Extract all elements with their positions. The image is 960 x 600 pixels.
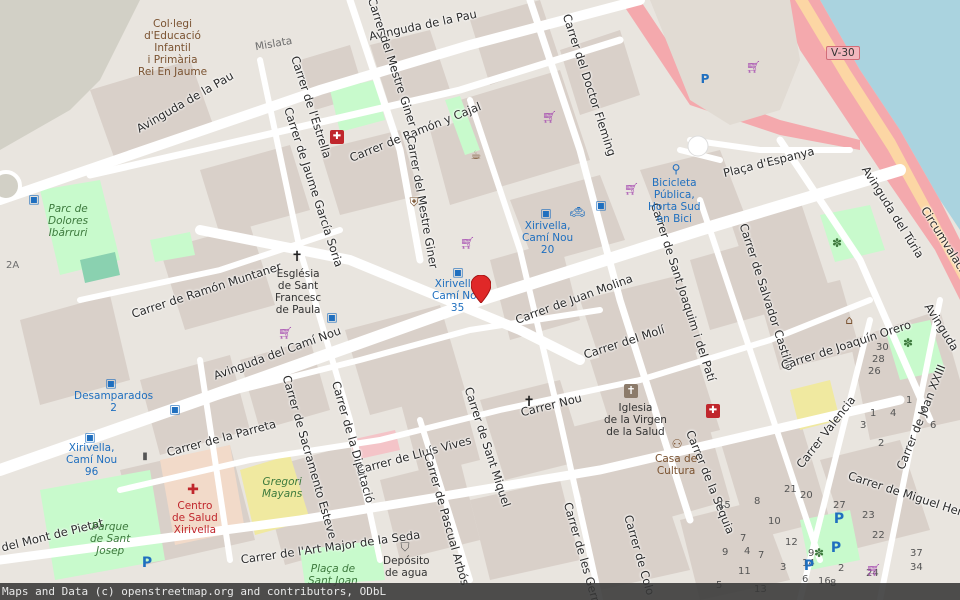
bicycle-icon: ⚲ xyxy=(671,162,681,176)
church-virgen-label: Iglesia de la Virgen de la Salud xyxy=(604,402,667,438)
bus-stop-label: Xirivella, Camí Nou 96 xyxy=(66,442,118,478)
location-marker-icon[interactable] xyxy=(471,275,491,303)
house-number: 15 xyxy=(718,500,731,511)
community-icon: ⚇ xyxy=(671,437,683,451)
church-francesc-label: Església de Sant Francesc de Paula xyxy=(275,268,322,316)
bus-stop-icon: ▣ xyxy=(84,430,96,444)
parking-icon: P xyxy=(700,72,710,86)
house-number: 26 xyxy=(868,366,881,377)
shop-icon: 🛒︎ xyxy=(746,60,762,74)
bus-stop-icon: ▣ xyxy=(169,402,181,416)
house-number: 5 xyxy=(920,405,927,416)
pharmacy-icon: ✚ xyxy=(330,130,344,144)
bus-stop-icon: ▣ xyxy=(452,265,464,279)
house-number: 11 xyxy=(738,566,751,577)
house-number: 2 xyxy=(838,563,845,574)
bus-stop-icon: ▣ xyxy=(540,206,552,220)
bus-stop-icon: ▣ xyxy=(326,310,338,324)
house-number: 2A xyxy=(6,260,20,271)
water-tower-label: Depósito de agua xyxy=(383,555,430,579)
school-gregori-label: Gregori Mayans xyxy=(262,476,303,500)
bakery-icon: ☕︎ xyxy=(470,148,482,162)
house-number: 10 xyxy=(768,516,781,527)
parking-icon: P xyxy=(830,540,842,556)
map-viewport[interactable]: Avinguda de la Pau Avinguda de la Pau Ca… xyxy=(0,0,960,600)
house-number: 37 xyxy=(910,548,923,559)
house-number: 20 xyxy=(800,490,813,501)
school-label: Col·legi d'Educació Infantil i Primària … xyxy=(138,18,208,78)
house-number: 7 xyxy=(740,533,747,544)
highway-shield: V-30 xyxy=(826,46,860,60)
shop-icon: 🛒︎ xyxy=(542,110,558,124)
police-icon: ⛨ xyxy=(409,195,419,209)
playground-icon: ✽ xyxy=(813,546,825,560)
house-number: 4 xyxy=(744,546,751,557)
house-number: 3 xyxy=(780,562,787,573)
park-dolores-label: Parc de Dolores Ibárruri xyxy=(48,203,89,239)
casa-cultura-label: Casa de Cultura xyxy=(655,453,698,477)
shop-icon: 🛒︎ xyxy=(278,326,294,340)
shop-icon: 🛒︎ xyxy=(624,182,640,196)
playground-icon: ✽ xyxy=(831,236,843,250)
house-number: 8 xyxy=(754,496,761,507)
traffic-light-icon: ▮ xyxy=(142,451,148,462)
park-san-josep-label: Parque de Sant Josep xyxy=(90,521,131,557)
house-number: 2 xyxy=(878,438,885,449)
parking-icon: P xyxy=(141,555,153,571)
house-number: 28 xyxy=(872,354,885,365)
taxi-icon: 🚕︎ xyxy=(570,205,586,219)
townhall-icon: ⌂ xyxy=(845,313,853,327)
bus-stop-icon: ▣ xyxy=(105,376,117,390)
bus-stop-icon: ▣ xyxy=(28,192,40,206)
bus-stop-label: Xirivella, Camí Nou 20 xyxy=(522,220,574,256)
playground-icon: ✽ xyxy=(902,336,914,350)
house-number: 21 xyxy=(784,484,797,495)
church-icon: ✝ xyxy=(624,384,638,398)
bus-stop-icon: ▣ xyxy=(595,198,607,212)
shop-icon: 🛒︎ xyxy=(460,236,476,250)
house-number: 12 xyxy=(785,537,798,548)
parking-icon: P xyxy=(833,511,845,527)
house-number: 9 xyxy=(722,547,729,558)
house-number: 3 xyxy=(860,420,867,431)
pharmacy-icon: ✚ xyxy=(706,404,720,418)
house-number: 23 xyxy=(862,510,875,521)
shop-icon: 🛒︎ xyxy=(866,563,882,577)
house-number: 7 xyxy=(758,550,765,561)
bicycle-station-label: Bicicleta Pública, Horta Sud en Bici xyxy=(648,177,701,225)
house-number: 1 xyxy=(870,408,877,419)
map-attribution[interactable]: Maps and Data (c) openstreetmap.org and … xyxy=(0,583,960,600)
house-number: 27 xyxy=(833,500,846,511)
house-number: 30 xyxy=(876,342,889,353)
hospital-icon: ✚ xyxy=(187,482,199,498)
parking-icon: P xyxy=(803,558,815,574)
house-number: 4 xyxy=(890,408,897,419)
health-center-label: Centro de Salud Xirivella xyxy=(172,500,218,536)
water-tower-icon: ⛉ xyxy=(400,540,410,554)
house-number: 6 xyxy=(930,420,937,431)
house-number: 1 xyxy=(906,395,913,406)
house-number: 34 xyxy=(910,562,923,573)
house-number: 22 xyxy=(872,530,885,541)
bus-stop-label: Desamparados 2 xyxy=(74,390,154,414)
church-icon: ✝ xyxy=(291,249,303,265)
church-icon: ✝ xyxy=(523,394,535,410)
